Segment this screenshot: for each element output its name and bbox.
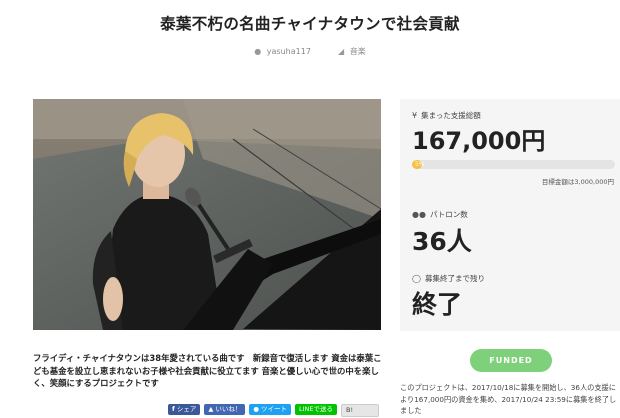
remaining-label-text: 募集終了まで残り [424,274,485,283]
thumbs-up-icon: ▲ [208,405,214,413]
tweet-label: ツイート [261,405,287,413]
yen-icon: ¥ [412,111,418,120]
patrons-label: ●● パトロン数 [412,209,468,220]
like-label: いいね！ [215,405,242,413]
funded-note: このプロジェクトは、2017/10/18に募集を開始し、36人の支援により167… [400,383,617,415]
patrons-label-text: パトロン数 [429,210,468,219]
remaining-label: ◯ 募集終了まで残り [412,273,485,284]
patrons-count: 36人 [412,227,472,256]
raised-label-text: 集まった支援総額 [421,111,481,120]
user-icon: ● [254,47,262,56]
facebook-like-button[interactable]: ▲ いいね！ [204,404,246,415]
project-description: フライディ・チャイナタウンは38年愛されている曲です 新録音で復活します 資金は… [33,353,382,388]
performer-photo [33,99,381,330]
raised-label: ¥ 集まった支援総額 [412,110,481,121]
facebook-icon: f [172,405,175,413]
line-share-button[interactable]: LINEで送る [295,404,338,415]
people-icon: ●● [412,210,426,219]
facebook-share-button[interactable]: f シェア [168,404,201,415]
share-bar: f シェア ▲ いいね！ ● ツイート LINEで送る B! [168,404,380,417]
author-link[interactable]: yasuha117 [267,47,311,56]
funded-badge: FUNDED [470,349,552,372]
tag-icon: ◢ [338,47,345,56]
progress-text: 5% [415,161,425,168]
facebook-share-label: シェア [176,405,197,413]
category-link[interactable]: 音楽 [350,46,366,57]
page-title: 泰葉不朽の名曲チャイナタウンで社会貢献 [160,15,460,33]
clock-icon: ◯ [412,274,421,283]
line-label: LINEで送る [299,405,334,413]
tweet-button[interactable]: ● ツイート [249,404,291,415]
target-amount: 目標金額は3,000,000円 [541,178,614,186]
raised-amount: 167,000円 [412,127,546,155]
twitter-icon: ● [253,405,259,413]
project-meta: ● yasuha117 ◢ 音楽 [0,46,620,57]
funding-progress-bar: 5% [412,160,615,169]
bookmark-icon: B! [346,406,354,414]
funding-sidebar: ¥ 集まった支援総額 167,000円 5% 目標金額は3,000,000円 ●… [400,99,620,331]
remaining-value: 終了 [412,290,463,319]
hatena-bookmark-button[interactable]: B! [341,404,380,417]
project-image [33,99,381,330]
